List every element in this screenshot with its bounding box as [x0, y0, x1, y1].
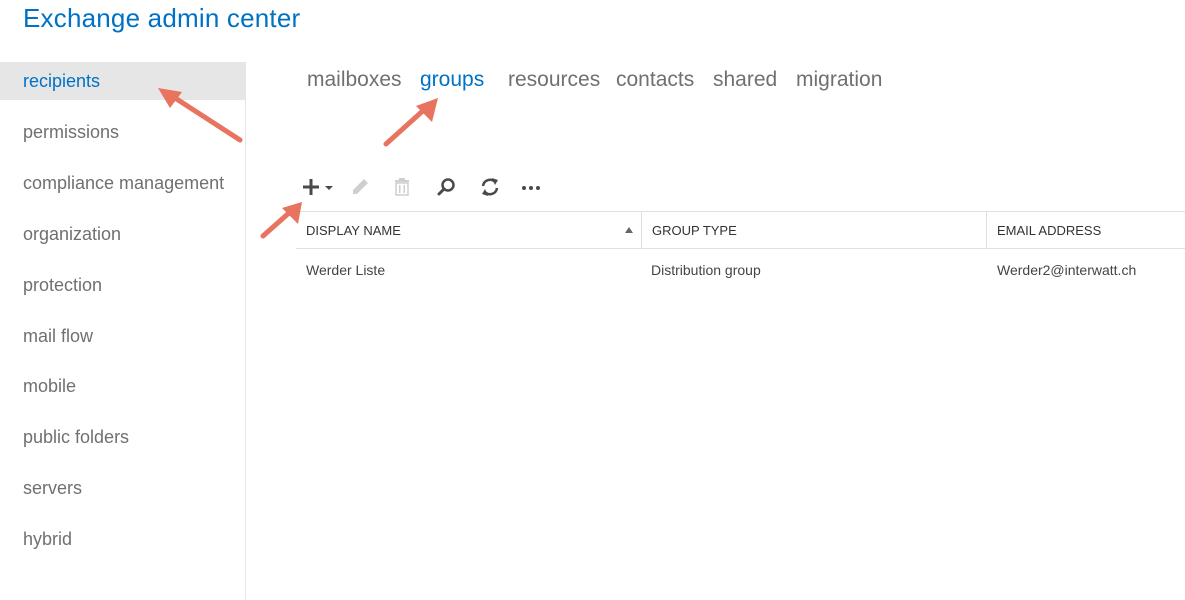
sidebar-item-organization[interactable]: organization	[0, 215, 245, 253]
exchange-admin-page: Exchange admin center recipients permiss…	[0, 0, 1185, 600]
edit-icon	[353, 179, 368, 194]
delete-icon	[395, 178, 409, 196]
sidebar-item-permissions[interactable]: permissions	[0, 113, 245, 151]
sidebar-item-servers[interactable]: servers	[0, 469, 245, 507]
tab-resources[interactable]: resources	[508, 68, 600, 92]
tab-migration[interactable]: migration	[796, 68, 882, 92]
column-header-label: EMAIL ADDRESS	[997, 223, 1102, 238]
cell-group-type: Distribution group	[651, 262, 761, 278]
tab-groups[interactable]: groups	[420, 68, 484, 92]
tab-mailboxes[interactable]: mailboxes	[307, 68, 402, 92]
sidebar-nav: recipients permissions compliance manage…	[0, 62, 246, 600]
sidebar-item-compliance-management[interactable]: compliance management	[0, 164, 245, 202]
column-header-label: GROUP TYPE	[652, 223, 737, 238]
add-button[interactable]	[300, 174, 338, 200]
sidebar-item-recipients[interactable]: recipients	[0, 62, 245, 100]
search-button[interactable]	[433, 174, 459, 200]
sidebar-item-mail-flow[interactable]: mail flow	[0, 317, 245, 355]
column-header-group-type[interactable]: GROUP TYPE	[641, 212, 986, 249]
app-title: Exchange admin center	[23, 3, 301, 33]
table-row[interactable]: Werder Liste Distribution group Werder2@…	[296, 249, 1185, 291]
annotation-arrow-groups	[383, 98, 438, 147]
sidebar-item-protection[interactable]: protection	[0, 266, 245, 304]
groups-table: DISPLAY NAME GROUP TYPE EMAIL ADDRESS We…	[296, 211, 1185, 291]
more-button[interactable]	[518, 174, 544, 200]
column-header-display-name[interactable]: DISPLAY NAME	[296, 212, 641, 249]
refresh-button[interactable]	[477, 174, 503, 200]
delete-button[interactable]	[389, 174, 415, 200]
sidebar-item-hybrid[interactable]: hybrid	[0, 520, 245, 558]
column-header-email-address[interactable]: EMAIL ADDRESS	[986, 212, 1185, 249]
sidebar-item-mobile[interactable]: mobile	[0, 367, 245, 405]
tab-contacts[interactable]: contacts	[616, 68, 694, 92]
cell-display-name: Werder Liste	[306, 262, 386, 278]
add-icon	[303, 179, 333, 195]
more-icon	[522, 186, 540, 190]
tab-shared[interactable]: shared	[713, 68, 777, 92]
edit-button[interactable]	[347, 174, 373, 200]
sort-ascending-icon	[625, 227, 633, 233]
search-icon	[437, 178, 455, 196]
table-header: DISPLAY NAME GROUP TYPE EMAIL ADDRESS	[296, 211, 1185, 249]
refresh-icon	[481, 178, 499, 196]
sidebar-item-public-folders[interactable]: public folders	[0, 418, 245, 456]
column-header-label: DISPLAY NAME	[306, 223, 401, 238]
cell-email-address: Werder2@interwatt.ch	[997, 262, 1137, 278]
